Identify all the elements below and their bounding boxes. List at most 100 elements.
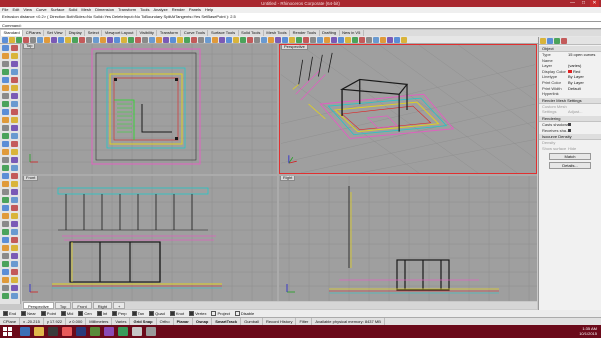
help-tab-icon[interactable] — [561, 38, 567, 44]
tool-icon[interactable] — [2, 205, 9, 211]
tool-icon[interactable] — [11, 197, 18, 203]
toolbar-tool-icon[interactable] — [128, 37, 134, 43]
toolbar-tool-icon[interactable] — [58, 37, 64, 43]
toolbar-tool-icon[interactable] — [331, 37, 337, 43]
status-toggle-filter[interactable]: Filter — [296, 318, 313, 325]
toolbar-tool-icon[interactable] — [107, 37, 113, 43]
tool-icon[interactable] — [11, 181, 18, 187]
toolbar-tool-icon[interactable] — [233, 37, 239, 43]
tool-icon[interactable] — [11, 133, 18, 139]
tool-icon[interactable] — [2, 237, 9, 243]
minimize-button[interactable]: — — [568, 0, 577, 7]
viewport-title-top[interactable]: Top — [23, 44, 36, 49]
toolbar-tool-icon[interactable] — [149, 37, 155, 43]
tool-icon[interactable] — [2, 53, 9, 59]
tool-icon[interactable] — [2, 181, 9, 187]
tool-icon[interactable] — [2, 141, 9, 147]
property-row[interactable]: Receives sha... — [539, 128, 601, 134]
toolbar-tool-icon[interactable] — [198, 37, 204, 43]
tool-icon[interactable] — [11, 269, 18, 275]
tool-icon[interactable] — [2, 293, 9, 299]
tool-icon[interactable] — [2, 77, 9, 83]
toolbar-tool-icon[interactable] — [142, 37, 148, 43]
tool-icon[interactable] — [2, 165, 9, 171]
tool-icon[interactable] — [11, 189, 18, 195]
chrome-icon[interactable] — [62, 327, 72, 336]
toolbar-tool-icon[interactable] — [30, 37, 36, 43]
osnap-mid[interactable]: Mid — [61, 310, 73, 317]
viewport-title-perspective[interactable]: Perspective — [281, 45, 308, 50]
toolbar-tool-icon[interactable] — [177, 37, 183, 43]
photoshop-icon[interactable] — [76, 327, 86, 336]
viewport-tab-perspective[interactable]: Perspective — [23, 302, 54, 309]
toolbar-tool-icon[interactable] — [114, 37, 120, 43]
app-icon[interactable] — [90, 327, 100, 336]
viewport-top[interactable]: Top — [22, 44, 277, 174]
app-icon[interactable] — [104, 327, 114, 336]
toolbar-tool-icon[interactable] — [359, 37, 365, 43]
maximize-button[interactable]: □ — [579, 0, 588, 7]
toolbar-tool-icon[interactable] — [86, 37, 92, 43]
tool-icon[interactable] — [11, 253, 18, 259]
osnap-perp[interactable]: Perp — [112, 310, 126, 317]
tool-icon[interactable] — [11, 165, 18, 171]
toolbar-tool-icon[interactable] — [345, 37, 351, 43]
tool-icon[interactable] — [11, 213, 18, 219]
toolbar-tool-icon[interactable] — [366, 37, 372, 43]
tool-icon[interactable] — [11, 69, 18, 75]
toolbar-tool-icon[interactable] — [310, 37, 316, 43]
toolbar-tool-icon[interactable] — [205, 37, 211, 43]
tool-icon[interactable] — [11, 205, 18, 211]
toolbar-tool-icon[interactable] — [282, 37, 288, 43]
tool-icon[interactable] — [2, 285, 9, 291]
osnap-int[interactable]: Int — [97, 310, 107, 317]
tool-icon[interactable] — [11, 229, 18, 235]
toolbar-tool-icon[interactable] — [289, 37, 295, 43]
tool-icon[interactable] — [2, 69, 9, 75]
toolbar-tool-icon[interactable] — [380, 37, 386, 43]
toolbar-tool-icon[interactable] — [79, 37, 85, 43]
status-toggle-record-history[interactable]: Record History — [263, 318, 297, 325]
toolbar-tool-icon[interactable] — [247, 37, 253, 43]
osnap-near[interactable]: Near — [21, 310, 36, 317]
viewport-title-right[interactable]: Right — [280, 176, 296, 181]
tool-icon[interactable] — [2, 133, 9, 139]
status-toggle-planar[interactable]: Planar — [174, 318, 193, 325]
osnap-point[interactable]: Point — [41, 310, 56, 317]
system-clock[interactable]: 1:35 AM 10/1/2015 — [567, 326, 597, 336]
tool-icon[interactable] — [11, 101, 18, 107]
tool-icon[interactable] — [2, 173, 9, 179]
tool-icon[interactable] — [2, 125, 9, 131]
tool-icon[interactable] — [11, 125, 18, 131]
toolbar-tool-icon[interactable] — [51, 37, 57, 43]
tool-icon[interactable] — [2, 157, 9, 163]
property-row[interactable]: Show surface Hide — [539, 146, 601, 152]
osnap-quad[interactable]: Quad — [149, 310, 165, 317]
tool-icon[interactable] — [11, 293, 18, 299]
viewport-tab-front[interactable]: Front — [72, 302, 92, 309]
properties-tab-icon[interactable] — [540, 38, 546, 44]
tool-icon[interactable] — [2, 277, 9, 283]
osnap-vertex[interactable]: Vertex — [189, 310, 206, 317]
osnap-tan[interactable]: Tan — [132, 310, 144, 317]
tool-icon[interactable] — [2, 213, 9, 219]
property-row[interactable]: Settings Adjust... — [539, 109, 601, 115]
viewport-tab-right[interactable]: Right — [92, 302, 113, 309]
toolbar-tool-icon[interactable] — [261, 37, 267, 43]
close-button[interactable]: ✕ — [590, 0, 599, 7]
tool-icon[interactable] — [2, 101, 9, 107]
toolbar-tool-icon[interactable] — [65, 37, 71, 43]
tool-icon[interactable] — [2, 269, 9, 275]
tool-icon[interactable] — [11, 141, 18, 147]
toolbar-tool-icon[interactable] — [9, 37, 15, 43]
display-tab-icon[interactable] — [554, 38, 560, 44]
tool-icon[interactable] — [11, 157, 18, 163]
osnap-knot[interactable]: Knot — [170, 310, 184, 317]
add-viewport-tab-button[interactable]: + — [113, 302, 126, 309]
tool-icon[interactable] — [2, 253, 9, 259]
osnap-project[interactable]: Project — [211, 310, 229, 317]
toolbar-tool-icon[interactable] — [37, 37, 43, 43]
tool-icon[interactable] — [11, 61, 18, 67]
rhino-icon[interactable] — [132, 327, 142, 336]
toolbar-tool-icon[interactable] — [16, 37, 22, 43]
